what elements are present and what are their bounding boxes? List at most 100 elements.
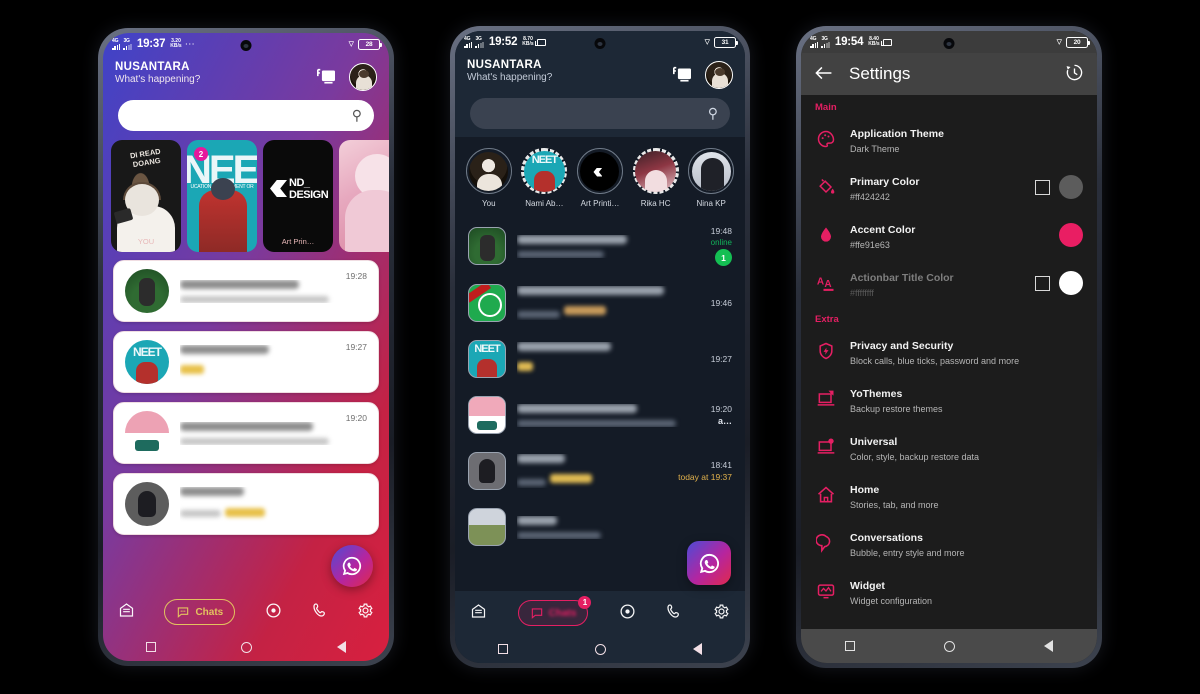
story-card[interactable]: NEET UCATION EMPLOYMENT OR 2 bbox=[187, 140, 257, 252]
bottom-nav-2[interactable]: Chats 1 bbox=[455, 591, 745, 635]
new-chat-fab[interactable] bbox=[687, 541, 731, 585]
nav-chats-label: Chats bbox=[548, 607, 577, 619]
chat-row[interactable]: 19:46 bbox=[455, 275, 745, 331]
chat-time: 19:46 bbox=[710, 298, 732, 308]
system-nav-2[interactable] bbox=[455, 635, 745, 663]
cast-icon[interactable] bbox=[316, 68, 336, 86]
search-icon: ⚲ bbox=[707, 105, 718, 121]
status-clock: 19:37 bbox=[136, 38, 166, 50]
wifi-icon: ▿ bbox=[704, 35, 710, 48]
home-button[interactable] bbox=[943, 640, 955, 652]
back-button[interactable] bbox=[337, 641, 347, 653]
phone-2-frame: 4G 3G 19:52 8.70 KB/s ▿ 31 NUSANTARA Wha… bbox=[450, 26, 750, 668]
search-input[interactable]: ⚲ bbox=[470, 98, 730, 129]
status-avatar bbox=[580, 151, 620, 191]
nav-settings-icon[interactable] bbox=[357, 602, 374, 623]
setting-row-primary-color[interactable]: Primary Color #ff424242 bbox=[801, 163, 1097, 211]
chat-row[interactable]: 18:41 today at 19:37 bbox=[455, 443, 745, 499]
status-name: Nami Ab… bbox=[525, 199, 564, 208]
nav-chats-tab[interactable]: Chats 1 bbox=[517, 596, 592, 626]
chat-row[interactable] bbox=[113, 473, 379, 535]
status-clock: 19:52 bbox=[488, 36, 518, 48]
nav-chats-tab[interactable]: Chats bbox=[164, 599, 236, 625]
story-card[interactable]: DI READ DOANG YOU bbox=[111, 140, 181, 252]
setting-row-application-theme[interactable]: Application Theme Dark Theme bbox=[801, 115, 1097, 163]
chat-time: 19:48 bbox=[710, 226, 732, 236]
nav-badge: 1 bbox=[578, 596, 592, 609]
nav-calls-icon[interactable] bbox=[666, 603, 682, 623]
chat-row[interactable]: 19:27 bbox=[113, 331, 379, 393]
setting-row-accent-color[interactable]: Accent Color #ffe91e63 bbox=[801, 211, 1097, 259]
nav-settings-icon[interactable] bbox=[713, 603, 730, 624]
status-item[interactable]: Nina KP bbox=[687, 148, 735, 208]
status-item[interactable]: Nami Ab… bbox=[520, 148, 568, 208]
setting-subtitle: Dark Theme bbox=[850, 144, 900, 154]
setting-checkbox[interactable] bbox=[1035, 275, 1050, 291]
water-drop-icon bbox=[815, 224, 837, 246]
chat-row[interactable]: 19:20 a… bbox=[455, 387, 745, 443]
search-icon: ⚲ bbox=[351, 107, 362, 123]
nav-status-icon[interactable] bbox=[265, 602, 282, 623]
nav-home-icon[interactable] bbox=[470, 603, 487, 623]
setting-checkbox[interactable] bbox=[1035, 179, 1050, 195]
chat-avatar bbox=[125, 411, 169, 455]
chat-avatar bbox=[468, 340, 506, 378]
search-input[interactable]: ⚲ bbox=[118, 100, 374, 131]
chat-avatar bbox=[125, 340, 169, 384]
color-swatch[interactable] bbox=[1059, 223, 1083, 247]
color-swatch[interactable] bbox=[1059, 271, 1083, 295]
story-card[interactable]: ND_ DESIGN Art Prin… bbox=[263, 140, 333, 252]
setting-title: Widget bbox=[850, 580, 885, 592]
phone-1-screen: 4G 3G 19:37 3.20 KB/s ⋯ ▿ 28 NUSANTARA W… bbox=[103, 33, 389, 661]
cast-icon[interactable] bbox=[672, 66, 692, 84]
avatar[interactable] bbox=[705, 61, 733, 89]
system-nav-3[interactable] bbox=[801, 629, 1097, 663]
status-item[interactable]: Rika HC bbox=[632, 148, 680, 208]
setting-row-universal[interactable]: Universal Color, style, backup restore d… bbox=[801, 423, 1097, 471]
nav-home-icon[interactable] bbox=[118, 602, 135, 622]
nav-status-icon[interactable] bbox=[619, 603, 636, 624]
status-strip[interactable]: You Nami Ab… Art Printi… Rika HC Nina KP bbox=[455, 137, 745, 215]
app-bar-1: NUSANTARA What's happening? bbox=[103, 55, 389, 91]
status-item[interactable]: You bbox=[465, 148, 513, 208]
bottom-nav-1[interactable]: Chats bbox=[103, 591, 389, 633]
recents-button[interactable] bbox=[145, 642, 156, 652]
chat-row[interactable]: 19:20 bbox=[113, 402, 379, 464]
battery-indicator: 31 bbox=[714, 36, 738, 48]
home-button[interactable] bbox=[594, 643, 606, 655]
signal-2-icon: 3G bbox=[123, 38, 132, 50]
phone-2-screen: 4G 3G 19:52 8.70 KB/s ▿ 31 NUSANTARA Wha… bbox=[455, 31, 745, 663]
setting-row-yothemes[interactable]: YoThemes Backup restore themes bbox=[801, 375, 1097, 423]
setting-row-widget[interactable]: Widget Widget configuration bbox=[801, 567, 1097, 615]
recents-button[interactable] bbox=[845, 641, 856, 651]
text-color-icon: AA bbox=[815, 272, 837, 294]
home-button[interactable] bbox=[240, 641, 252, 653]
palette-icon bbox=[815, 128, 837, 150]
chat-row[interactable]: 19:28 bbox=[113, 260, 379, 322]
chat-row[interactable]: 19:48 online 1 bbox=[455, 217, 745, 275]
nav-calls-icon[interactable] bbox=[312, 602, 328, 622]
signal-1-icon: 4G bbox=[112, 38, 121, 50]
new-chat-fab[interactable] bbox=[331, 545, 373, 587]
settings-section-main: Main Application Theme Dark Theme Primar… bbox=[801, 95, 1097, 307]
history-icon[interactable] bbox=[1065, 63, 1084, 85]
recents-button[interactable] bbox=[498, 644, 509, 654]
status-item[interactable]: Art Printi… bbox=[576, 148, 624, 208]
status-avatar bbox=[523, 150, 565, 192]
chat-time: 18:41 bbox=[710, 460, 732, 470]
color-swatch[interactable] bbox=[1059, 175, 1083, 199]
laptop-theme-icon bbox=[815, 388, 837, 410]
back-button[interactable] bbox=[1043, 640, 1053, 652]
avatar[interactable] bbox=[349, 63, 377, 91]
widget-icon bbox=[815, 580, 837, 602]
back-button[interactable] bbox=[692, 643, 702, 655]
setting-row-privacy-and-security[interactable]: Privacy and Security Block calls, blue t… bbox=[801, 327, 1097, 375]
setting-row-actionbar-title-color[interactable]: AA Actionbar Title Color #ffffffff bbox=[801, 259, 1097, 307]
story-card[interactable] bbox=[339, 140, 389, 252]
chat-row[interactable]: 19:27 bbox=[455, 331, 745, 387]
back-arrow-icon[interactable] bbox=[814, 65, 833, 84]
setting-row-home[interactable]: Home Stories, tab, and more bbox=[801, 471, 1097, 519]
setting-row-conversations[interactable]: Conversations Bubble, entry style and mo… bbox=[801, 519, 1097, 567]
system-nav-1[interactable] bbox=[103, 633, 389, 661]
stories-strip[interactable]: DI READ DOANG YOU NEET UCATION EMPLOYMEN… bbox=[103, 131, 389, 252]
